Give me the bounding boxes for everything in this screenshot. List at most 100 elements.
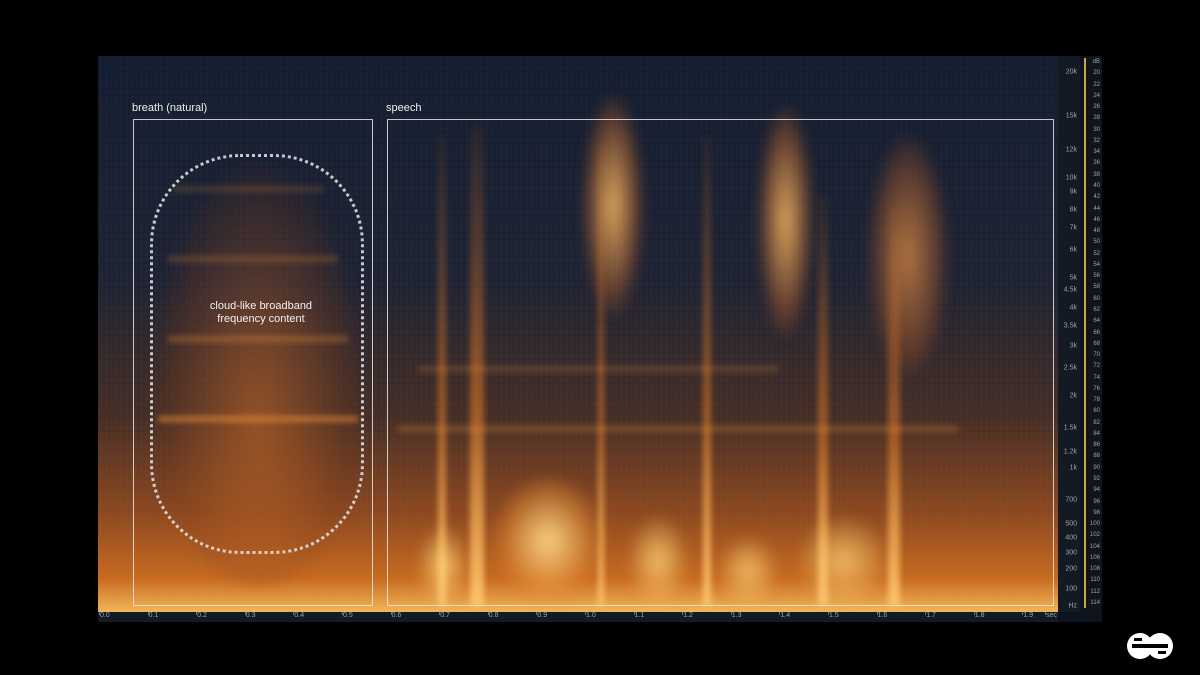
time-tick-label: 1.7 [925,612,936,619]
db-tick-label: 68 [1093,340,1100,347]
db-tick-label: 32 [1093,137,1100,144]
db-tick-label: 50 [1093,239,1100,246]
frequency-tick-label: 1k [1069,464,1077,472]
db-scale: dB 20 22 24 26 28 30 32 34 36 38 40 42 44 46 48 50 52 54 56… [1082,56,1102,612]
frequency-tick-label: 3.5k [1063,322,1077,330]
frequency-tick-label: 200 [1065,565,1077,573]
frequency-tick-label: 20k [1065,68,1077,76]
db-tick-label: 58 [1093,284,1100,291]
frequency-tick-label: 2.5k [1063,364,1077,372]
brand-logo-icon [1127,633,1173,659]
db-tick-label: 108 [1089,566,1100,573]
db-tick-label: 54 [1093,261,1100,268]
frequency-tick-label: 12k [1065,146,1077,154]
db-tick-label: 64 [1093,318,1100,325]
db-tick-label: 110 [1090,577,1100,584]
db-tick-label: 70 [1093,352,1100,359]
db-tick-label: 86 [1093,442,1100,449]
speech-region-box[interactable] [387,119,1054,606]
db-tick-label: 48 [1093,228,1100,235]
time-tick-label: 1.2 [682,612,693,619]
frequency-tick-label: 6k [1069,246,1077,254]
db-tick-label: dB [1092,59,1100,65]
db-tick-label: 20 [1093,70,1100,77]
frequency-tick-label: 400 [1065,534,1077,542]
frequency-tick-label: 100 [1065,585,1077,593]
db-tick-label: 62 [1093,306,1100,313]
db-tick-label: 114 [1090,600,1100,606]
db-tick-label: 40 [1093,182,1100,189]
db-tick-label: 112 [1090,588,1100,595]
frequency-tick-label: 3k [1069,342,1077,350]
annotation-line-2: frequency content [217,313,305,325]
time-tick-label: 1.0 [585,612,596,619]
db-tick-label: 100 [1089,521,1100,528]
db-tick-label: 92 [1093,476,1100,483]
time-tick-label: 1.6 [876,612,888,619]
time-tick-label: 0.0 [99,612,110,619]
db-level-bar [1084,58,1086,608]
db-tick-label: 80 [1093,408,1100,415]
db-tick-label: 106 [1089,554,1100,561]
db-tick-label: 104 [1089,543,1100,550]
db-tick-label: 56 [1093,273,1100,280]
speech-region-label: speech [386,102,422,114]
db-tick-label: 76 [1093,385,1100,392]
db-tick-label: 36 [1093,160,1100,167]
frequency-tick-label: 1.2k [1063,448,1077,456]
frequency-tick-label: 9k [1069,188,1077,196]
frequency-tick-label: 4.5k [1063,286,1077,294]
frequency-tick-label: 1.5k [1063,424,1077,432]
spectrogram-panel: breath (natural) cloud-like broadband fr… [98,56,1102,622]
db-tick-label: 38 [1093,171,1100,178]
time-tick-label: 0.8 [487,612,499,619]
breath-region-label: breath (natural) [132,102,208,114]
time-tick-label: 0.3 [244,612,256,619]
db-tick-label: 78 [1093,397,1100,404]
time-tick-label: 0.7 [439,612,450,619]
frequency-tick-label: Hz [1068,602,1077,610]
time-tick-label: 0.6 [390,612,402,619]
frequency-tick-label: 8k [1069,206,1077,214]
db-tick-label: 94 [1093,487,1100,494]
db-tick-label: 52 [1093,250,1100,257]
time-tick-label: 0.1 [147,612,159,619]
db-tick-label: 74 [1093,374,1100,381]
time-tick-label: 1.1 [633,612,645,619]
db-tick-label: 34 [1093,149,1100,156]
db-tick-label: 60 [1093,295,1100,302]
db-tick-label: 96 [1093,498,1100,505]
db-tick-label: 90 [1093,464,1100,471]
db-tick-label: 26 [1093,104,1100,111]
frequency-tick-label: 2k [1069,392,1077,400]
db-tick-label: 88 [1093,453,1100,460]
frequency-axis: 20k 15k 12k 10k 9k 8k 7k 6k 5k 4.5k 4k 3.5k 3k 2.5k 2k… [1058,56,1080,612]
time-tick-label: 0.5 [342,612,353,619]
db-tick-label: 42 [1093,194,1100,201]
frequency-tick-label: 700 [1065,496,1077,504]
time-tick-label: sec [1045,612,1057,619]
db-tick-label: 72 [1093,363,1100,370]
time-tick-label: 0.9 [536,612,548,619]
db-tick-label: 84 [1093,430,1100,437]
time-axis: 0.0 0.1 0.2 0.3 0.4 0.5 0.6 0.7 0.8 0.9 1.0 1.1 1.2 1… [98,612,1058,622]
db-tick-label: 98 [1093,509,1100,516]
cloud-outline [150,154,364,554]
frequency-tick-label: 10k [1065,174,1077,182]
frequency-tick-label: 500 [1065,520,1077,528]
db-tick-label: 24 [1093,92,1100,99]
db-tick-label: 46 [1093,216,1100,223]
cloud-annotation: cloud-like broadband frequency content [191,300,331,326]
spectrogram-view[interactable]: breath (natural) cloud-like broadband fr… [98,56,1058,612]
time-tick-label: 1.8 [973,612,985,619]
time-tick-label: 1.3 [730,612,742,619]
db-tick-label: 82 [1093,419,1100,426]
db-tick-label: 102 [1089,532,1100,539]
db-tick-label: 30 [1093,126,1100,133]
db-tick-label: 44 [1093,205,1100,212]
time-tick-label: 0.2 [196,612,207,619]
frequency-tick-label: 5k [1069,274,1077,282]
time-tick-label: 0.4 [293,612,305,619]
time-tick-label: 1.5 [828,612,839,619]
frequency-tick-label: 4k [1069,304,1077,312]
